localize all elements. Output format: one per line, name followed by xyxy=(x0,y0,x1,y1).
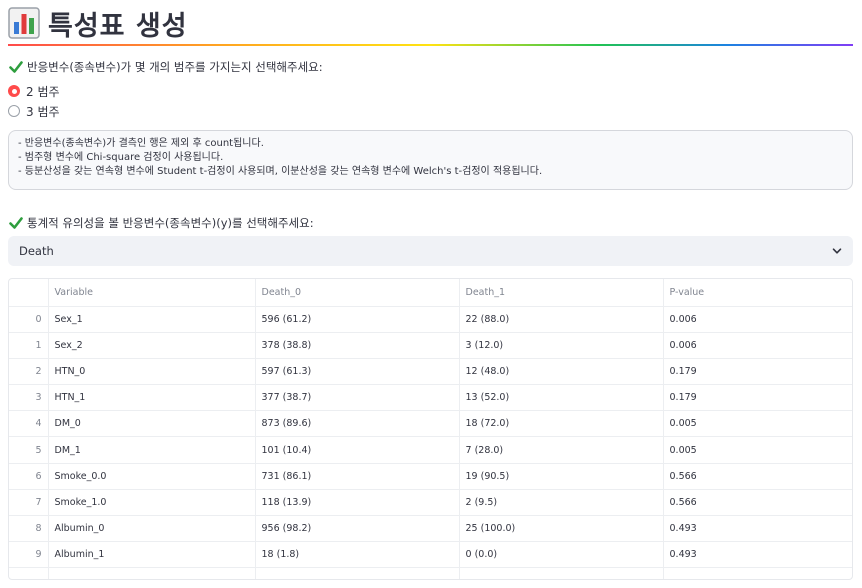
table-row: 1 Sex_2 378 (38.8) 3 (12.0) 0.006 xyxy=(9,332,852,359)
table-cell[interactable]: Smoke_1.0 xyxy=(48,489,256,517)
page-title: 특성표 생성 xyxy=(48,10,188,42)
table-cell[interactable]: 0.493 xyxy=(663,515,852,543)
table-cell[interactable]: 0.006 xyxy=(663,306,852,333)
table-cell[interactable]: 0 (0.0) xyxy=(459,541,664,569)
table-cell[interactable]: 0.179 xyxy=(663,358,852,386)
table-body: 0 Sex_1 596 (61.2) 22 (88.0) 0.006 1 Sex_2 378 … xyxy=(9,306,852,579)
check-icon xyxy=(9,61,23,73)
table-cell[interactable]: 0.566 xyxy=(663,463,852,490)
table-cell[interactable]: Smoke_0.0 xyxy=(48,463,256,490)
table-cell[interactable]: 101 (10.4) xyxy=(255,436,460,464)
row-index[interactable]: 6 xyxy=(9,463,49,490)
table-cell[interactable]: 2 (9.5) xyxy=(459,489,664,517)
check-icon xyxy=(9,217,23,229)
category-question-label: 반응변수(종속변수)가 몇 개의 범주를 가지는지 선택해주세요: xyxy=(9,59,323,75)
radio-option-label: 2 범주 xyxy=(26,84,60,99)
page-header: 특성표 생성 xyxy=(8,4,188,42)
table-cell[interactable]: 0.005 xyxy=(663,410,852,438)
column-header[interactable]: Variable xyxy=(48,279,256,307)
table-cell[interactable]: 18 (72.0) xyxy=(459,410,664,438)
table-cell[interactable]: HTN_0 xyxy=(48,358,256,386)
row-index[interactable]: 9 xyxy=(9,541,49,569)
row-index[interactable]: 4 xyxy=(9,410,49,438)
bar-chart-icon xyxy=(8,7,40,39)
row-index[interactable]: 8 xyxy=(9,515,49,543)
info-line: - 범주형 변수에 Chi-square 검정이 사용됩니다. xyxy=(18,152,224,163)
table-cell[interactable]: 118 (13.9) xyxy=(255,489,460,517)
column-header[interactable]: P-value xyxy=(663,279,852,307)
table-cell[interactable]: 7 (28.0) xyxy=(459,436,664,464)
column-header[interactable]: Death_1 xyxy=(459,279,664,307)
row-index[interactable]: 3 xyxy=(9,384,49,412)
table-cell[interactable]: 22 (88.0) xyxy=(459,306,664,333)
table-cell[interactable]: 0.566 xyxy=(663,489,852,517)
table-row: 7 Smoke_1.0 118 (13.9) 2 (9.5) 0.566 xyxy=(9,489,852,517)
table-cell[interactable]: 731 (86.1) xyxy=(255,463,460,490)
response-select-label: 통계적 유의성을 볼 반응변수(종속변수)(y)를 선택해주세요: xyxy=(9,215,314,231)
row-index[interactable]: 5 xyxy=(9,436,49,464)
table-row: 5 DM_1 101 (10.4) 7 (28.0) 0.005 xyxy=(9,436,852,464)
table-cell[interactable] xyxy=(459,567,664,579)
table-cell[interactable]: Sex_2 xyxy=(48,332,256,359)
table-cell[interactable]: 13 (52.0) xyxy=(459,384,664,412)
table-cell[interactable]: 956 (98.2) xyxy=(255,515,460,543)
table-cell[interactable]: 0.179 xyxy=(663,384,852,412)
table-cell[interactable]: 597 (61.3) xyxy=(255,358,460,386)
table-cell[interactable]: HTN_1 xyxy=(48,384,256,412)
radio-selected-icon[interactable] xyxy=(8,85,20,97)
table-cell[interactable]: DM_1 xyxy=(48,436,256,464)
info-box: - 반응변수(종속변수)가 결측인 행은 제외 후 count됩니다. - 범주… xyxy=(8,130,853,190)
radio-option-label: 3 범주 xyxy=(26,104,60,119)
table-cell[interactable] xyxy=(255,567,460,579)
column-header[interactable] xyxy=(9,279,49,307)
table-cell[interactable]: 18 (1.8) xyxy=(255,541,460,569)
row-index[interactable]: 2 xyxy=(9,358,49,386)
row-index[interactable]: 0 xyxy=(9,306,49,333)
table-cell[interactable]: 0.006 xyxy=(663,332,852,359)
table-row: 4 DM_0 873 (89.6) 18 (72.0) 0.005 xyxy=(9,410,852,438)
table-cell[interactable]: 378 (38.8) xyxy=(255,332,460,359)
row-index[interactable] xyxy=(9,567,49,579)
table-row: 9 Albumin_1 18 (1.8) 0 (0.0) 0.493 xyxy=(9,541,852,569)
table-cell[interactable]: 19 (90.5) xyxy=(459,463,664,490)
table-cell[interactable]: 377 (38.7) xyxy=(255,384,460,412)
radio-unselected-icon[interactable] xyxy=(8,105,20,117)
table-cell[interactable]: 12 (48.0) xyxy=(459,358,664,386)
info-line: - 반응변수(종속변수)가 결측인 행은 제외 후 count됩니다. xyxy=(18,138,264,149)
category-radio-group: 2 범주 3 범주 xyxy=(8,82,60,122)
response-select[interactable]: Death xyxy=(8,236,853,266)
table-cell[interactable]: 873 (89.6) xyxy=(255,410,460,438)
chevron-down-icon[interactable] xyxy=(832,246,842,256)
title-divider xyxy=(8,44,853,46)
response-select-text: 통계적 유의성을 볼 반응변수(종속변수)(y)를 선택해주세요: xyxy=(27,216,314,230)
results-table[interactable]: Variable Death_0 Death_1 P-value 0 Sex_1 5… xyxy=(8,278,853,580)
table-cell[interactable]: 596 (61.2) xyxy=(255,306,460,333)
table-row: 2 HTN_0 597 (61.3) 12 (48.0) 0.179 xyxy=(9,358,852,386)
row-index[interactable]: 7 xyxy=(9,489,49,517)
table-row: 0 Sex_1 596 (61.2) 22 (88.0) 0.006 xyxy=(9,306,852,333)
row-index[interactable]: 1 xyxy=(9,332,49,359)
radio-option-3[interactable]: 3 범주 xyxy=(8,102,60,120)
table-cell[interactable]: 3 (12.0) xyxy=(459,332,664,359)
radio-option-2[interactable]: 2 범주 xyxy=(8,82,60,100)
response-select-value: Death xyxy=(19,244,54,258)
table-header-row: Variable Death_0 Death_1 P-value xyxy=(9,279,852,307)
column-header[interactable]: Death_0 xyxy=(255,279,460,307)
table-cell[interactable]: Albumin_0 xyxy=(48,515,256,543)
info-line: - 등분산성을 갖는 연속형 변수에 Student t-검정이 사용되며, 이… xyxy=(18,166,543,177)
table-row: 3 HTN_1 377 (38.7) 13 (52.0) 0.179 xyxy=(9,384,852,412)
table-row: 6 Smoke_0.0 731 (86.1) 19 (90.5) 0.566 xyxy=(9,463,852,490)
table-cell[interactable] xyxy=(663,567,852,579)
table-cell[interactable]: DM_0 xyxy=(48,410,256,438)
table-cell[interactable]: Albumin_1 xyxy=(48,541,256,569)
table-cell[interactable]: Sex_1 xyxy=(48,306,256,333)
table-cell[interactable]: 0.493 xyxy=(663,541,852,569)
table-cell[interactable] xyxy=(48,567,256,579)
table-cell[interactable]: 0.005 xyxy=(663,436,852,464)
table-row: 8 Albumin_0 956 (98.2) 25 (100.0) 0.493 xyxy=(9,515,852,543)
table-row xyxy=(9,567,852,579)
category-question-text: 반응변수(종속변수)가 몇 개의 범주를 가지는지 선택해주세요: xyxy=(27,60,323,74)
table-cell[interactable]: 25 (100.0) xyxy=(459,515,664,543)
